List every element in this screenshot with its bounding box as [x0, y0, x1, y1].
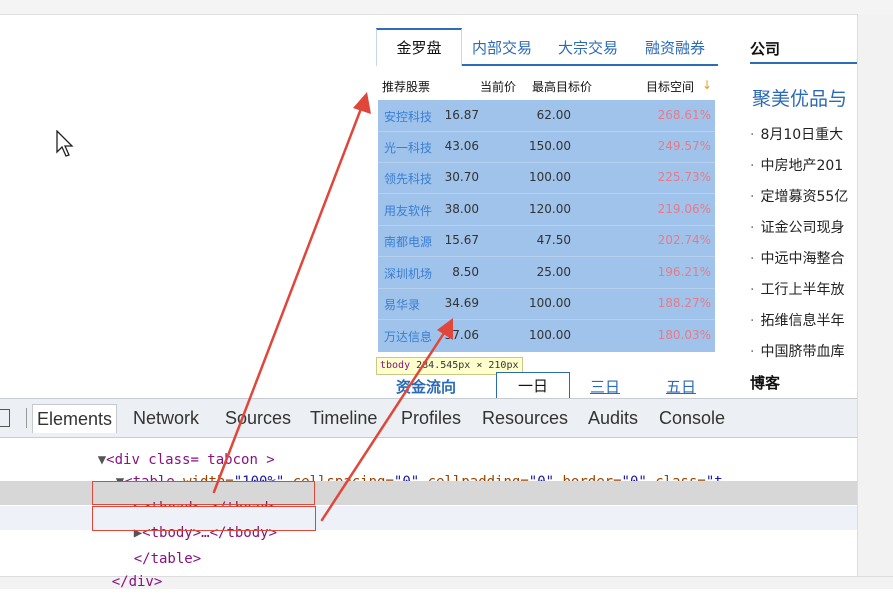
annotation-arrows — [212, 92, 453, 522]
